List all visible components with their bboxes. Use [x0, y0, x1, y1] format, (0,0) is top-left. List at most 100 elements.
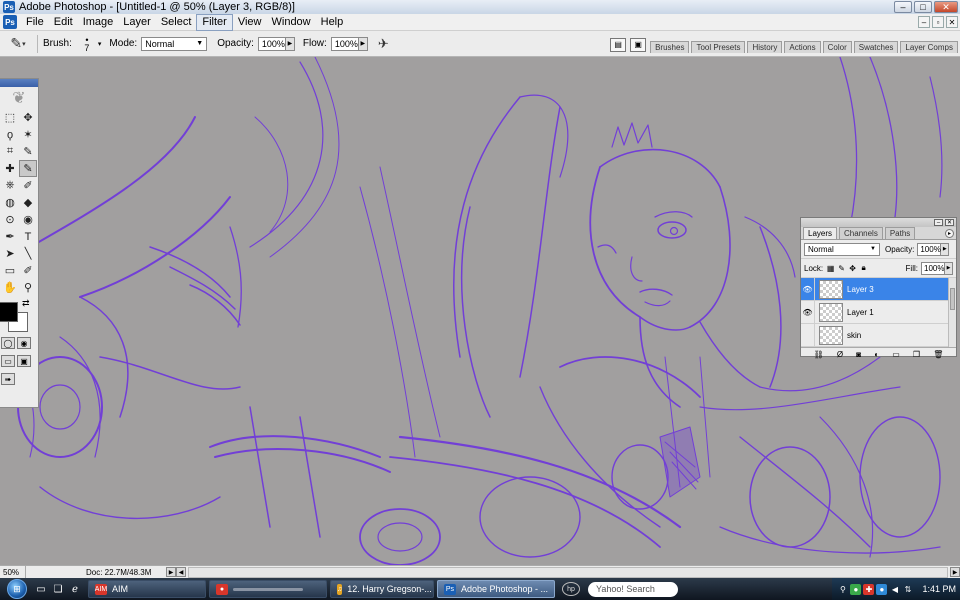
flow-field[interactable]: 100%: [330, 36, 359, 51]
menu-window[interactable]: Window: [267, 14, 316, 31]
document-icon[interactable]: Ps: [3, 15, 17, 29]
yahoo-search-input[interactable]: Yahoo! Search: [588, 581, 678, 597]
lock-all-icon[interactable]: 🔒︎: [859, 263, 868, 273]
maximize-button[interactable]: □: [914, 1, 932, 13]
toolbox-header[interactable]: [0, 79, 38, 87]
eye-icon[interactable]: 👁︎: [801, 278, 815, 301]
taskbar-item-photoshop[interactable]: Ps Adobe Photoshop - ...: [437, 580, 555, 598]
feather-logo-icon[interactable]: ❦: [0, 87, 38, 109]
chevron-down-icon[interactable]: ▾: [98, 40, 102, 48]
connection-icon[interactable]: ⇅: [902, 584, 913, 595]
tab-layers[interactable]: Layers: [803, 227, 838, 239]
show-desktop-icon[interactable]: ▭: [34, 582, 48, 596]
status-menu-arrow-icon[interactable]: ▶: [166, 567, 176, 577]
new-group-icon[interactable]: ▭: [892, 350, 900, 359]
horizontal-scrollbar[interactable]: [188, 566, 948, 578]
volume-icon[interactable]: ◀: [889, 584, 900, 595]
scrollbar-thumb[interactable]: [950, 288, 955, 310]
messenger-icon[interactable]: ●: [876, 583, 888, 595]
menu-select[interactable]: Select: [156, 14, 197, 31]
tab-paths[interactable]: Paths: [884, 227, 916, 239]
slice-tool-icon[interactable]: ✎: [19, 143, 37, 160]
swap-colors-icon[interactable]: ⇄: [22, 298, 30, 309]
scroll-right-icon[interactable]: ▶: [950, 567, 960, 577]
layer-row[interactable]: skin: [801, 323, 956, 347]
type-tool-icon[interactable]: T: [19, 228, 37, 245]
trash-icon[interactable]: 🗑︎: [933, 350, 943, 359]
start-button[interactable]: ⊞: [0, 578, 34, 600]
screen-mode-full-icon[interactable]: ▣: [17, 355, 31, 367]
layer-opacity-slider-toggle[interactable]: ▶: [941, 242, 950, 256]
lock-transparency-icon[interactable]: ▦: [826, 264, 835, 273]
layer-list-scrollbar[interactable]: [948, 278, 956, 347]
eraser-tool-icon[interactable]: ◍: [1, 194, 19, 211]
layer-opacity-field[interactable]: 100%: [917, 242, 942, 256]
lasso-tool-icon[interactable]: ϙ: [1, 126, 19, 143]
tool-preset-picker[interactable]: ✎ ▾: [4, 34, 32, 54]
eye-icon[interactable]: 👁︎: [801, 300, 815, 324]
doc-close-button[interactable]: ✕: [946, 16, 958, 28]
hand-tool-icon[interactable]: ✋: [1, 279, 19, 296]
new-layer-icon[interactable]: ❐: [913, 350, 920, 359]
pen-tool-icon[interactable]: ✒: [1, 228, 19, 245]
brush-preset-picker[interactable]: • 7: [76, 34, 98, 54]
opacity-slider-toggle[interactable]: ▶: [285, 36, 295, 51]
magic-wand-tool-icon[interactable]: ✶: [19, 126, 37, 143]
menu-view[interactable]: View: [233, 14, 267, 31]
clone-stamp-tool-icon[interactable]: ⎈: [1, 177, 19, 194]
brush-tool-icon[interactable]: ✎: [19, 160, 37, 177]
well-tab-color[interactable]: Color: [822, 40, 852, 53]
eyedropper-tool-icon[interactable]: ✐: [19, 262, 37, 279]
menu-layer[interactable]: Layer: [118, 14, 156, 31]
path-selection-tool-icon[interactable]: ➤: [1, 245, 19, 262]
lock-position-icon[interactable]: ✥: [848, 264, 857, 273]
marquee-tool-icon[interactable]: ⬚: [1, 109, 19, 126]
well-tab-layer-comps[interactable]: Layer Comps: [900, 40, 958, 53]
layer-row[interactable]: 👁︎ Layer 1: [801, 300, 956, 324]
dodge-tool-icon[interactable]: ◉: [19, 211, 37, 228]
zoom-tool-icon[interactable]: ⚲: [19, 279, 37, 296]
well-tab-actions[interactable]: Actions: [784, 40, 821, 53]
well-tab-brushes[interactable]: Brushes: [650, 40, 690, 53]
file-browser-icon[interactable]: ▤: [610, 37, 627, 52]
layer-style-icon[interactable]: Ø: [837, 350, 843, 359]
security-icon[interactable]: ✚: [863, 583, 875, 595]
healing-brush-tool-icon[interactable]: ✚: [1, 160, 19, 177]
airbrush-icon[interactable]: ✈: [378, 36, 389, 52]
foreground-color-swatch[interactable]: [0, 302, 18, 322]
taskbar-item-browser[interactable]: ●: [209, 580, 327, 598]
hp-logo-icon[interactable]: hp: [562, 582, 580, 596]
opacity-field[interactable]: 100%: [257, 36, 286, 51]
screen-mode-standard-icon[interactable]: ▭: [1, 355, 15, 367]
network-icon[interactable]: ●: [850, 583, 862, 595]
switch-windows-icon[interactable]: ❏: [51, 582, 65, 596]
palette-menu-icon[interactable]: ▸: [945, 229, 954, 238]
line-tool-icon[interactable]: ╲: [19, 245, 37, 262]
fill-slider-toggle[interactable]: ▶: [945, 261, 953, 275]
notes-tool-icon[interactable]: ▭: [1, 262, 19, 279]
quick-mask-icon[interactable]: ◉: [17, 337, 31, 349]
layers-palette-titlebar[interactable]: – ✕: [801, 218, 956, 227]
clock[interactable]: 1:41 PM: [922, 584, 956, 594]
search-icon[interactable]: ⚲: [837, 584, 848, 595]
eye-hidden-icon[interactable]: [801, 323, 815, 347]
adjustment-layer-icon[interactable]: ◐: [874, 350, 879, 359]
menu-help[interactable]: Help: [316, 14, 349, 31]
scroll-left-icon[interactable]: ◀: [176, 567, 186, 577]
mode-select[interactable]: Normal ▼: [141, 36, 208, 51]
blur-tool-icon[interactable]: ⊙: [1, 211, 19, 228]
well-tab-history[interactable]: History: [747, 40, 783, 53]
taskbar-item-aim[interactable]: AIM AIM: [88, 580, 206, 598]
well-tab-swatches[interactable]: Swatches: [853, 40, 899, 53]
blend-mode-select[interactable]: Normal ▼: [804, 242, 880, 256]
well-tab-tool-presets[interactable]: Tool Presets: [691, 40, 746, 53]
flow-slider-toggle[interactable]: ▶: [358, 36, 368, 51]
move-tool-icon[interactable]: ✥: [19, 109, 37, 126]
minimize-palette-icon[interactable]: –: [934, 219, 943, 226]
close-button[interactable]: ✕: [934, 1, 958, 13]
link-layers-icon[interactable]: ⛓: [814, 350, 824, 359]
menu-filter[interactable]: Filter: [196, 13, 233, 31]
zoom-level[interactable]: 50%: [0, 565, 26, 579]
menu-edit[interactable]: Edit: [49, 14, 78, 31]
layer-row[interactable]: 👁︎ Layer 3: [801, 278, 956, 301]
